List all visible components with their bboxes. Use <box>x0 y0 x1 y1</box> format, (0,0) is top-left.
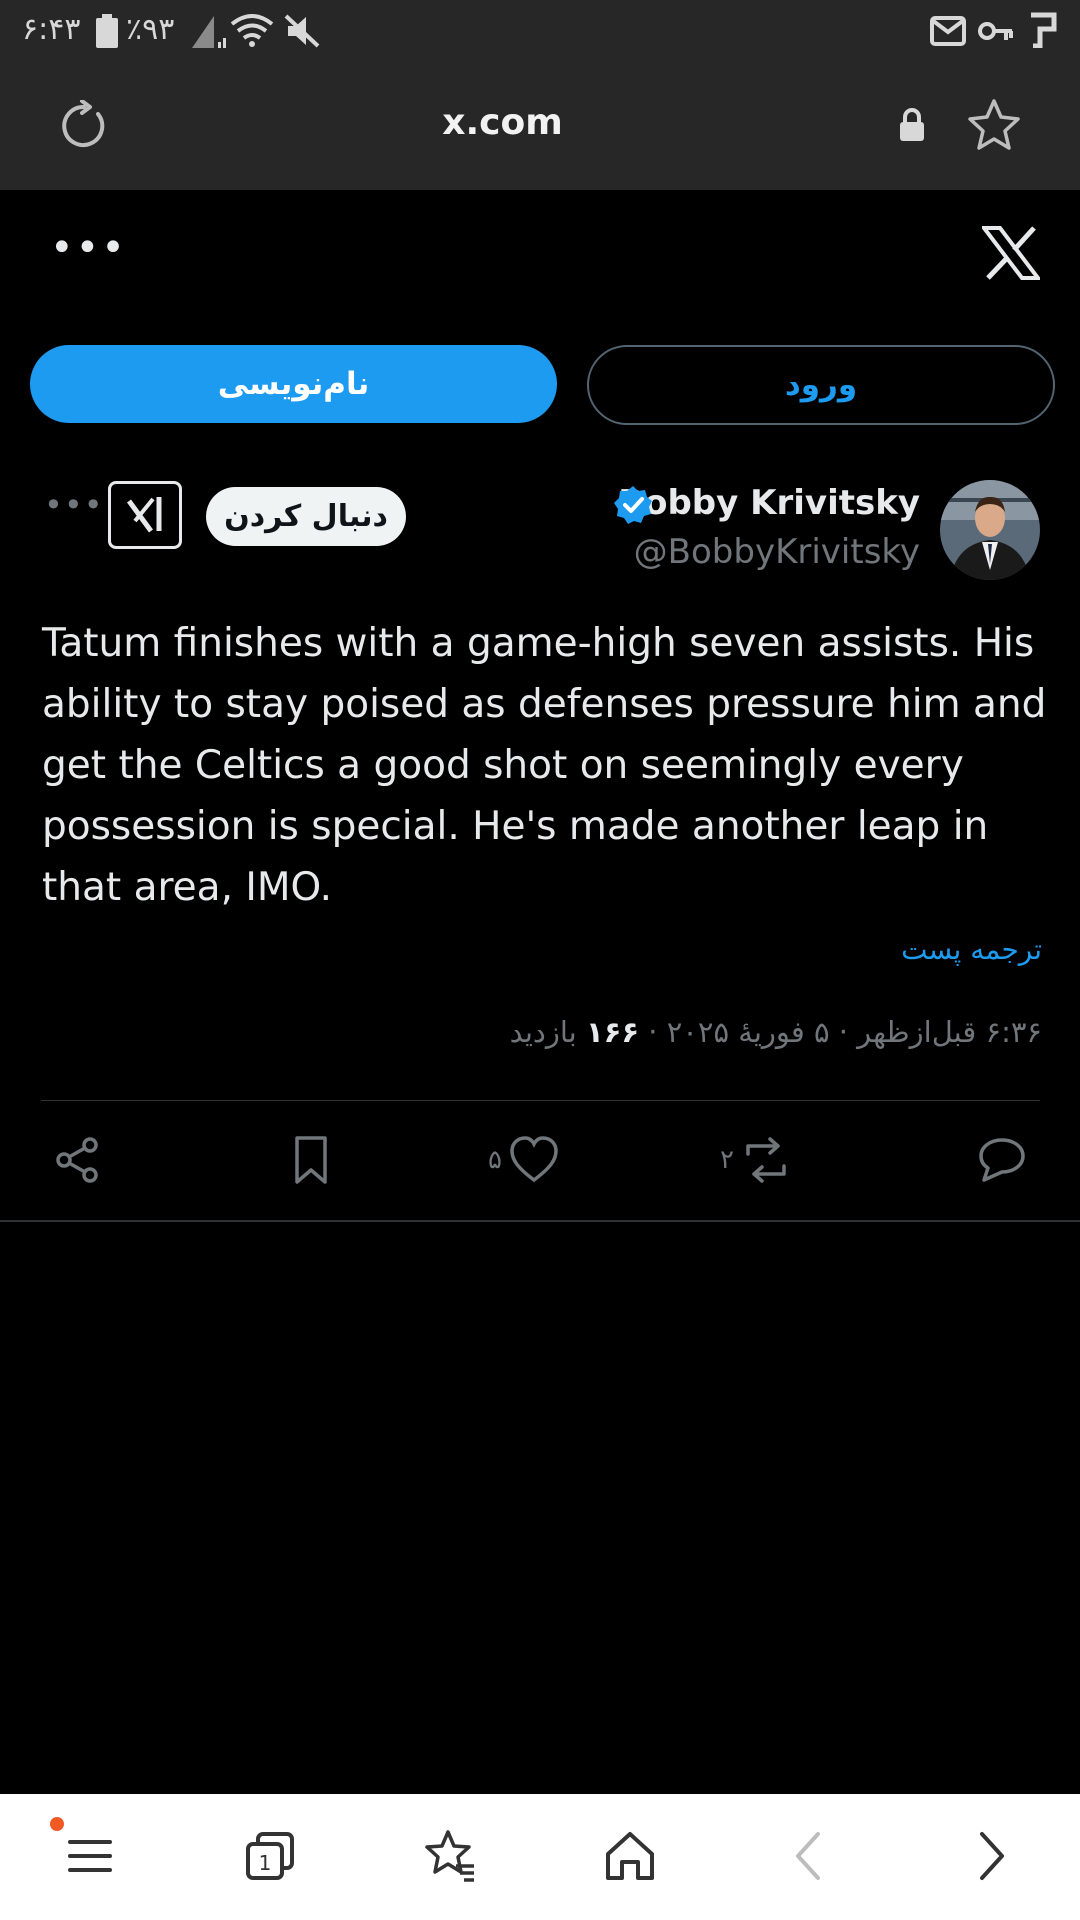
tweet-meta: ۶:۳۶ قبل‌ازظهر · ۵ فوریهٔ ۲۰۲۵ · ۱۶۶ باز… <box>510 1015 1042 1049</box>
home-icon[interactable] <box>602 1828 658 1884</box>
divider <box>0 1220 1080 1222</box>
signal-icon <box>192 16 226 48</box>
tweet-text: Tatum finishes with a game-high seven as… <box>42 621 1047 910</box>
login-button[interactable]: ورود <box>587 345 1055 425</box>
views-count: ۱۶۶ <box>585 1015 640 1049</box>
bookmark-button[interactable] <box>285 1133 337 1187</box>
browser-nav-bar <box>0 1794 1080 1920</box>
reply-button[interactable] <box>976 1133 1028 1187</box>
repost-count: ۲ <box>720 1145 734 1175</box>
status-time: ۶:۴۳ <box>22 12 81 47</box>
share-button[interactable] <box>52 1133 104 1187</box>
like-count: ۵ <box>488 1145 502 1175</box>
heart-icon <box>510 1136 558 1183</box>
like-button[interactable]: ۵ <box>488 1133 560 1187</box>
mute-icon <box>284 14 320 48</box>
bookmarks-icon[interactable] <box>422 1828 478 1884</box>
wifi-icon <box>230 14 274 47</box>
tweet-more-icon[interactable]: ••• <box>44 489 104 521</box>
follow-button[interactable]: دنبال کردن <box>206 487 406 546</box>
x-logo-icon[interactable] <box>982 226 1040 280</box>
signup-button[interactable]: نام‌نویسی <box>30 345 557 423</box>
views-label: بازدید <box>509 1015 577 1049</box>
forward-icon[interactable] <box>962 1828 1018 1884</box>
key-icon <box>978 22 1013 40</box>
grok-button[interactable] <box>108 481 182 549</box>
battery-icon <box>96 14 118 48</box>
verified-icon <box>614 486 652 524</box>
reply-icon <box>979 1138 1025 1182</box>
bookmark-icon <box>295 1136 327 1184</box>
star-icon[interactable] <box>966 98 1022 152</box>
status-bar: ۶:۴۳ ٪۹۳ <box>0 0 1080 62</box>
tweet-timestamp[interactable]: ۶:۳۶ قبل‌ازظهر · ۵ فوریهٔ ۲۰۲۵ · <box>648 1015 1042 1049</box>
browser-address-bar: x.com <box>0 62 1080 190</box>
back-icon[interactable] <box>782 1828 838 1884</box>
repost-button[interactable]: ۲ <box>720 1133 792 1187</box>
grok-icon <box>126 497 162 533</box>
repost-icon <box>746 1137 786 1183</box>
author-display-name[interactable]: Bobby Krivitsky <box>618 483 920 523</box>
more-options-icon[interactable]: ••• <box>50 228 127 268</box>
vpn-icon <box>1031 12 1057 48</box>
divider <box>41 1100 1040 1101</box>
author-handle[interactable]: @BobbyKrivitsky <box>634 532 920 572</box>
svg-text:1: 1 <box>259 1851 272 1875</box>
share-icon <box>56 1137 98 1183</box>
url-text[interactable]: x.com <box>0 102 1005 143</box>
translate-link[interactable]: ترجمه پست <box>901 933 1042 966</box>
avatar[interactable] <box>940 480 1040 580</box>
lock-icon[interactable] <box>898 107 926 143</box>
mail-icon <box>930 16 966 46</box>
tabs-icon[interactable]: 1 <box>242 1828 298 1884</box>
battery-level: ٪۹۳ <box>126 12 175 47</box>
menu-icon[interactable] <box>62 1828 118 1884</box>
